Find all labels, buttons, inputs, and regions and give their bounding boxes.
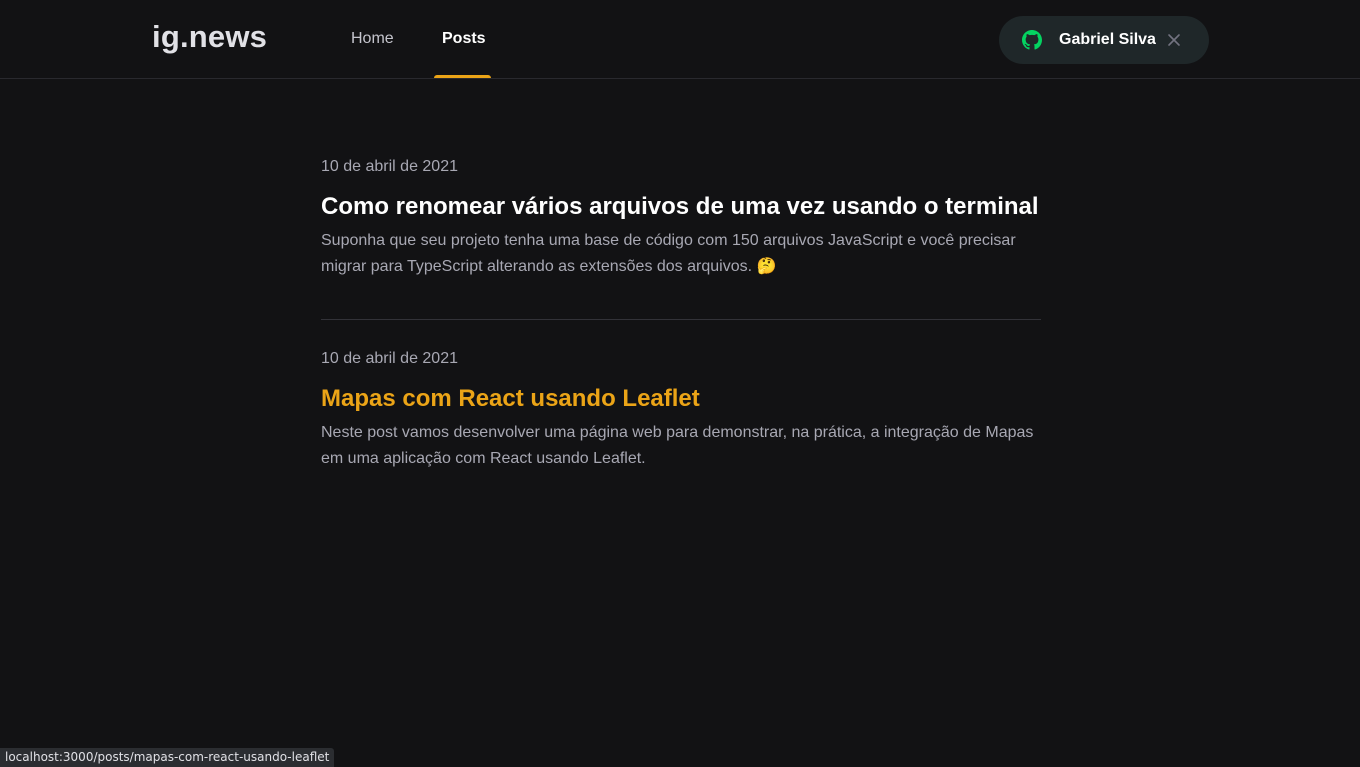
github-icon [1022,30,1042,50]
site-header: ig.news Home Posts Gabriel Silva [0,0,1360,79]
post-date: 10 de abril de 2021 [321,350,458,367]
post-item[interactable]: 10 de abril de 2021 Mapas com React usan… [321,350,1041,472]
post-divider [321,319,1041,320]
post-excerpt: Suponha que seu projeto tenha uma base d… [321,232,1016,275]
nav-link-home[interactable]: Home [351,30,394,48]
user-name: Gabriel Silva [1059,31,1156,48]
post-date: 10 de abril de 2021 [321,158,458,175]
post-excerpt: Neste post vamos desenvolver uma página … [321,424,1034,467]
sign-in-button[interactable]: Gabriel Silva [999,16,1209,64]
post-item[interactable]: 10 de abril de 2021 Como renomear vários… [321,158,1041,280]
post-title: Como renomear vários arquivos de uma vez… [321,193,1039,220]
site-logo[interactable]: ig.news [152,19,267,55]
browser-status-url: localhost:3000/posts/mapas-com-react-usa… [0,748,335,767]
active-nav-indicator [434,75,491,78]
post-title: Mapas com React usando Leaflet [321,385,700,412]
close-icon[interactable] [1166,32,1182,48]
nav-link-posts[interactable]: Posts [442,30,486,48]
